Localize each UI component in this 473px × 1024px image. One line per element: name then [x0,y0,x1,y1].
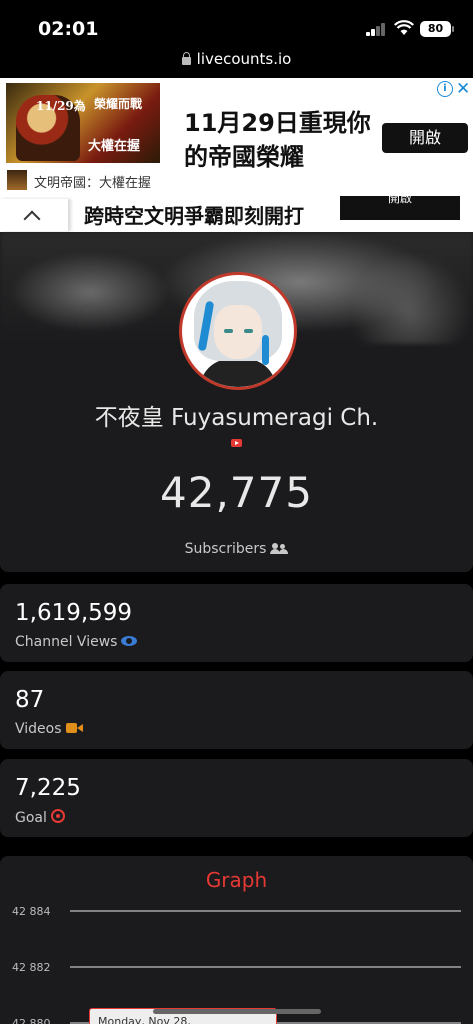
videos-label: Videos [15,721,83,737]
eye-icon [121,636,138,646]
goal-label-text: Goal [15,810,47,826]
graph-card[interactable]: Graph 42 884 42 882 42 880 Monday, Nov 28,… [0,856,473,1024]
avatar [179,272,297,390]
channel-card: 不夜皇 Fuyasumeragi Ch. 42,775 Subscribers [0,232,473,572]
subscribers-label-text: Subscribers [184,541,267,557]
ad-info-icon[interactable]: i [437,81,453,97]
target-icon [50,809,65,823]
videos-value: 87 [15,687,45,713]
ad-image[interactable]: 11/29為 榮耀而戰 大權在握 [6,83,160,163]
graph-chart[interactable]: 42 884 42 882 42 880 [0,856,473,1024]
video-camera-icon [65,723,83,733]
channel-name: 不夜皇 Fuyasumeragi Ch. [94,405,379,431]
url-bar[interactable]: livecounts.io [0,46,473,76]
subscribers-label: Subscribers [0,541,473,557]
ad-strip-button[interactable]: 開啟 [340,196,460,220]
cellular-signal-icon [366,22,388,36]
status-bar: 02:01 80 [0,0,473,46]
youtube-icon[interactable] [231,439,242,447]
ad-headline[interactable]: 11月29日重現你的帝國榮耀 [184,106,374,174]
channel-views-label-text: Channel Views [15,634,118,650]
chevron-up-icon [23,210,41,228]
url-text: livecounts.io [196,50,292,68]
ad-close-icon[interactable]: ✕ [456,79,470,99]
ad-collapse-tab[interactable] [0,199,69,231]
ad-image-title: 榮耀而戰 [94,97,143,111]
ad-image-date: 11/29為 [36,99,86,113]
videos-card: 87 Videos [0,671,473,749]
ad-strip-text[interactable]: 跨時空文明爭霸即刻開打 [84,200,304,229]
home-indicator[interactable] [153,1009,321,1014]
lock-icon [181,52,191,65]
ad-banner[interactable]: 11/29為 榮耀而戰 大權在握 11月29日重現你的帝國榮耀 開啟 i ✕ 文… [0,78,473,196]
channel-views-value: 1,619,599 [15,600,133,626]
ad-image-slogan: 大權在握 [88,139,141,154]
clock: 02:01 [38,18,99,40]
battery-icon: 80 [420,21,454,37]
channel-views-label: Channel Views [15,634,138,650]
goal-card: 7,225 Goal [0,759,473,837]
ad-strip[interactable]: 跨時空文明爭霸即刻開打 開啟 [0,196,473,232]
channel-views-card: 1,619,599 Channel Views [0,584,473,662]
goal-label: Goal [15,809,65,826]
graph-y-tick-label: 42 880 [12,1017,51,1024]
goal-value: 7,225 [15,775,81,801]
graph-y-tick-label: 42 884 [12,905,51,918]
subscriber-count: 42,775 [160,468,313,517]
videos-label-text: Videos [15,721,62,737]
graph-y-tick-label: 42 882 [12,961,51,974]
ad-footer-text: 文明帝國：大權在握 [34,176,152,191]
people-icon [270,543,289,554]
ad-app-icon [7,170,27,190]
wifi-icon [394,20,414,35]
ad-open-button[interactable]: 開啟 [382,123,468,153]
